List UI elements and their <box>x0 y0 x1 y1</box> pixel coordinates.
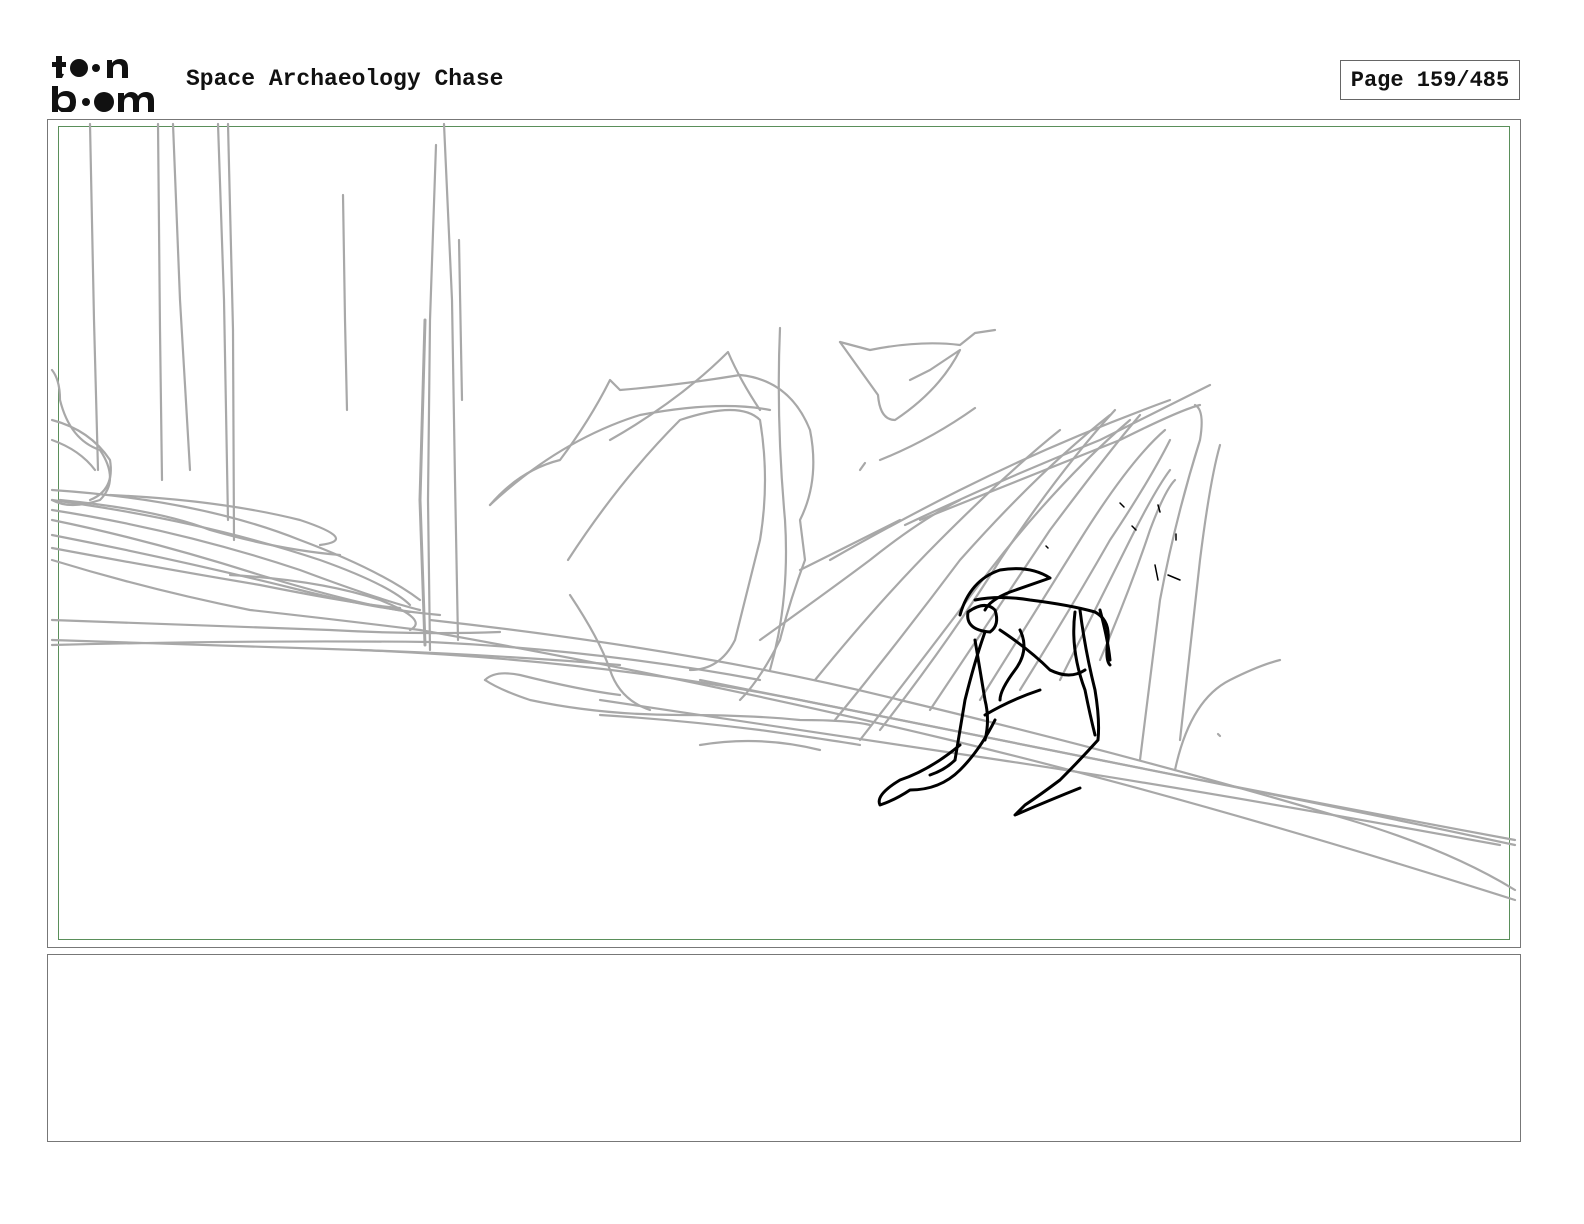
panel-notes <box>47 954 1521 1142</box>
toonboom-logo <box>52 56 154 112</box>
project-title: Space Archaeology Chase <box>186 66 504 92</box>
page-number: Page 159/485 <box>1340 60 1520 100</box>
safe-area-frame <box>58 126 1510 940</box>
